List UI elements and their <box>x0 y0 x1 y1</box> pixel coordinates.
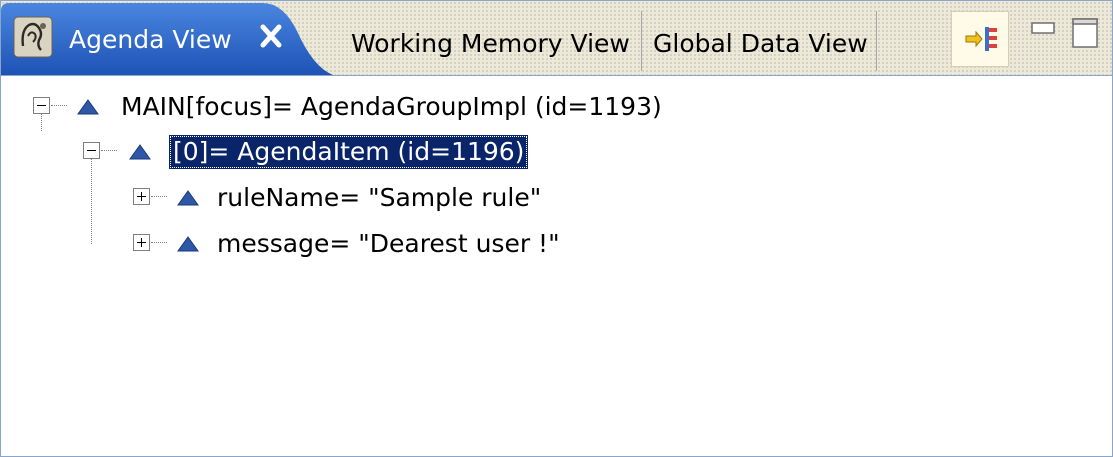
show-logical-structure-button[interactable] <box>951 11 1009 67</box>
tree-item-rule-name[interactable]: ruleName= "Sample rule" <box>1 177 601 221</box>
tree-item-label: message= "Dearest user !" <box>217 229 560 258</box>
tab-agenda-view[interactable]: Agenda View <box>1 1 333 75</box>
tab-global-data-view[interactable]: Global Data View <box>653 11 868 71</box>
tree-item-message[interactable]: message= "Dearest user !" <box>1 223 601 267</box>
agenda-tree: MAIN[focus]= AgendaGroupImpl (id=1193) [… <box>1 76 1112 456</box>
tree-connector <box>151 242 167 243</box>
tab-agenda-view-label: Agenda View <box>69 25 232 54</box>
agenda-group-node-icon <box>77 99 99 115</box>
tab-separator <box>641 11 642 71</box>
tree-item-label: ruleName= "Sample rule" <box>217 183 542 212</box>
agenda-item-node-icon <box>129 144 151 160</box>
close-icon[interactable] <box>257 21 285 51</box>
view-tab-strip: Agenda View Working Memory View Global D… <box>1 1 1112 76</box>
maximize-icon[interactable] <box>1071 17 1099 49</box>
tree-connector <box>51 105 67 106</box>
variable-node-icon <box>177 236 199 252</box>
agenda-view-panel: Agenda View Working Memory View Global D… <box>0 0 1113 457</box>
show-logical-structure-icon <box>965 27 997 51</box>
tree-item-label: MAIN[focus]= AgendaGroupImpl (id=1193) <box>121 92 662 121</box>
tree-connector <box>101 150 117 151</box>
tab-working-memory-view[interactable]: Working Memory View <box>351 11 630 71</box>
collapse-icon[interactable] <box>83 142 100 159</box>
expand-icon[interactable] <box>133 188 150 205</box>
tree-connector <box>151 196 167 197</box>
collapse-icon[interactable] <box>33 97 50 114</box>
tree-item-agenda-item[interactable]: [0]= AgendaItem (id=1196) <box>1 131 601 175</box>
expand-icon[interactable] <box>133 234 150 251</box>
variable-node-icon <box>177 190 199 206</box>
tree-item-main-agenda-group[interactable]: MAIN[focus]= AgendaGroupImpl (id=1193) <box>1 86 761 130</box>
tab-separator <box>876 11 877 71</box>
drools-agenda-icon <box>13 16 53 58</box>
minimize-icon[interactable] <box>1031 21 1055 35</box>
tree-item-label-selected: [0]= AgendaItem (id=1196) <box>169 135 529 169</box>
